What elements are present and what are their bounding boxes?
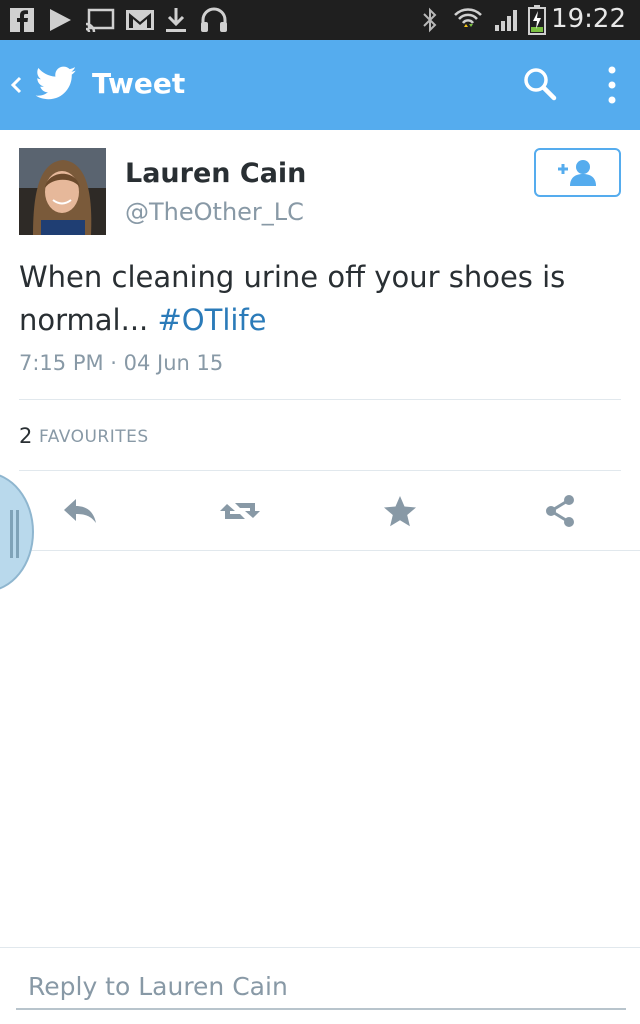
status-bar: 19:22	[0, 0, 640, 40]
floating-side-handle[interactable]	[0, 472, 34, 592]
wifi-icon	[452, 6, 484, 34]
favourite-icon[interactable]	[378, 490, 422, 532]
battery-charging-icon	[526, 5, 548, 35]
status-time: 19:22	[551, 4, 626, 34]
download-icon	[162, 6, 190, 34]
handle-grip	[16, 510, 19, 558]
back-button[interactable]	[6, 68, 26, 102]
tweet-timestamp: 7:15 PM · 04 Jun 15	[19, 351, 224, 375]
author-name[interactable]: Lauren Cain	[125, 158, 306, 189]
headphones-icon	[198, 6, 230, 34]
reply-input[interactable]: Reply to Lauren Cain	[16, 966, 626, 1010]
action-bar: Tweet	[0, 40, 640, 130]
facebook-icon	[8, 6, 36, 34]
tweet-text: When cleaning urine off your shoes is no…	[19, 256, 619, 342]
favourites-count[interactable]: 2	[19, 424, 32, 448]
play-store-icon	[46, 6, 74, 34]
divider	[0, 550, 640, 551]
retweet-icon[interactable]	[218, 490, 262, 532]
reply-placeholder: Reply to Lauren Cain	[28, 972, 288, 1001]
handle-grip	[10, 510, 13, 558]
cast-icon	[84, 6, 116, 34]
signal-icon	[492, 6, 522, 34]
author-avatar[interactable]	[19, 148, 106, 235]
overflow-menu-icon[interactable]	[596, 64, 628, 106]
twitter-bird-icon[interactable]	[34, 62, 78, 106]
tweet-detail-screen: 19:22 Tweet Lauren Cain @TheOther_LC Whe…	[0, 0, 640, 1024]
hashtag-link[interactable]: #OTlife	[158, 303, 267, 337]
gmail-icon	[124, 6, 156, 34]
add-user-icon	[557, 159, 596, 186]
search-icon[interactable]	[520, 64, 560, 104]
author-handle[interactable]: @TheOther_LC	[125, 198, 304, 226]
share-icon[interactable]	[538, 490, 582, 532]
favourites-label[interactable]: FAVOURITES	[39, 427, 149, 447]
divider	[0, 947, 640, 948]
divider	[19, 399, 621, 400]
divider	[19, 470, 621, 471]
reply-icon[interactable]	[58, 490, 102, 532]
screen-title: Tweet	[92, 67, 186, 100]
tweet-text-body: When cleaning urine off your shoes is no…	[19, 260, 566, 337]
follow-button[interactable]	[534, 148, 621, 197]
bluetooth-icon	[418, 6, 442, 34]
